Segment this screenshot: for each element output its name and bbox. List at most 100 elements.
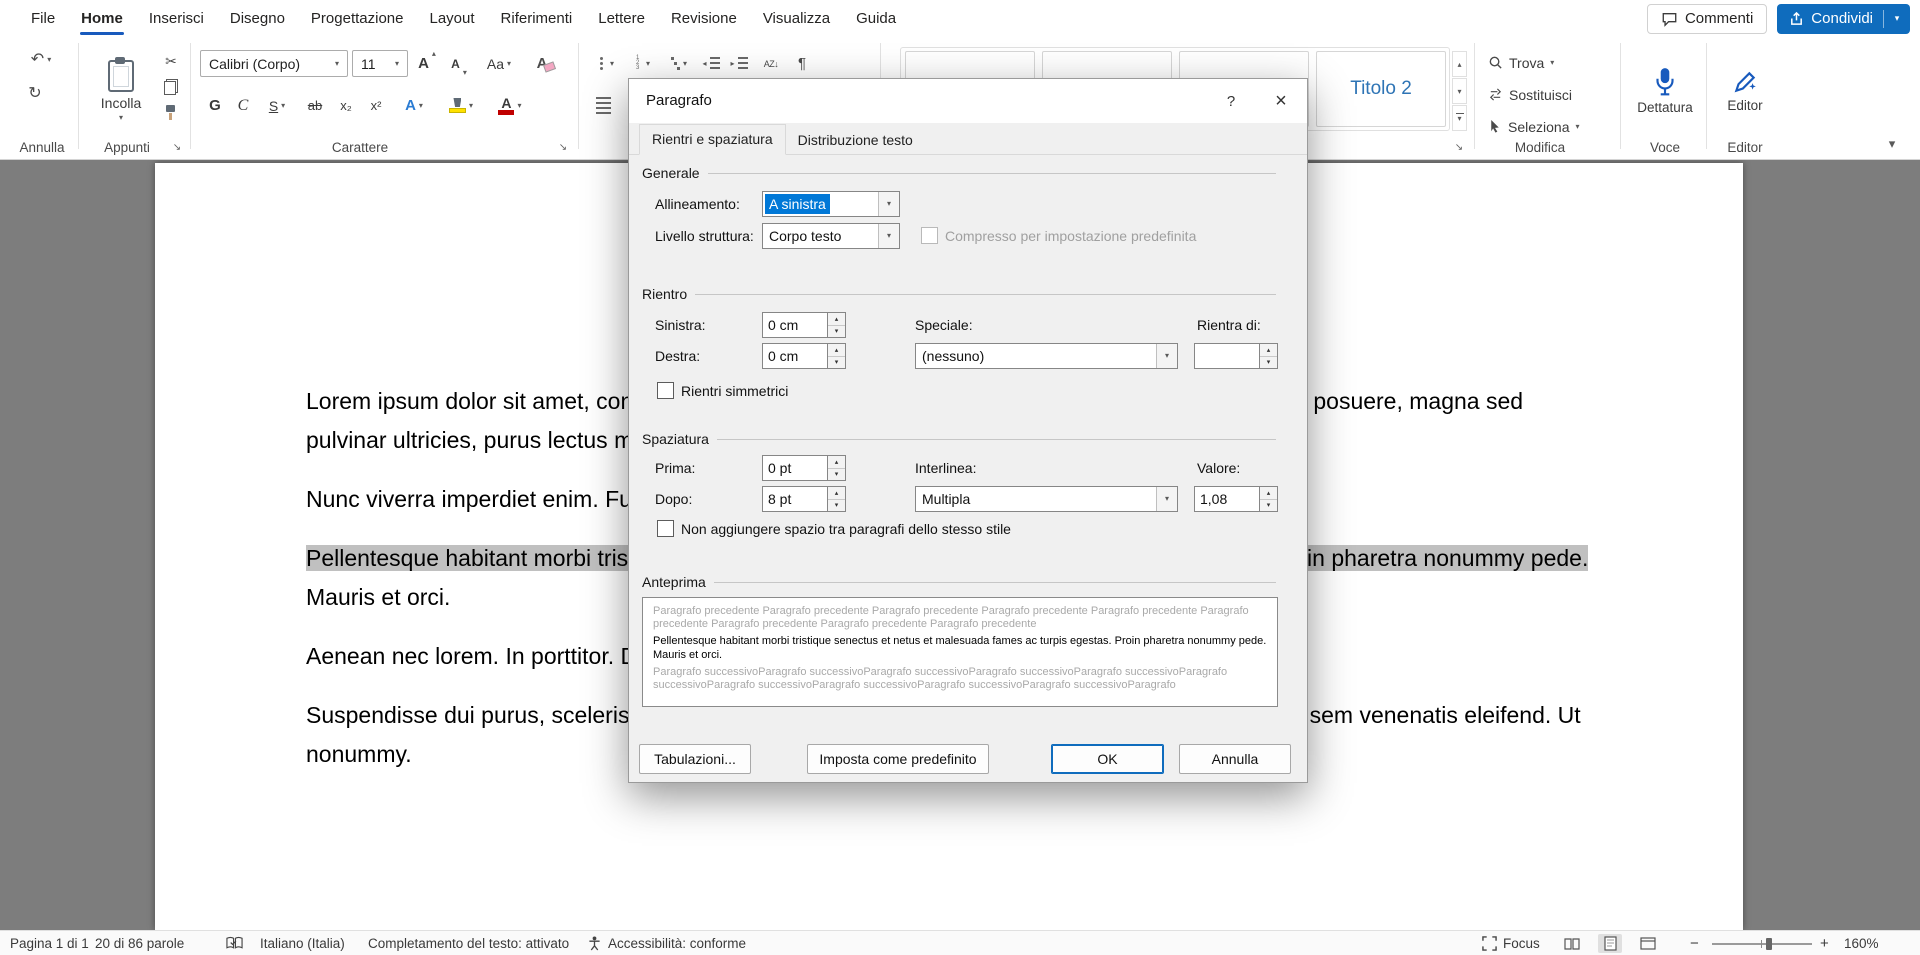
spin-down-button[interactable]: ▾ bbox=[828, 326, 845, 338]
tabs-button[interactable]: Tabulazioni... bbox=[639, 744, 751, 774]
cut-button[interactable]: ✂ bbox=[158, 49, 184, 73]
styles-scroll-down-button[interactable]: ▾ bbox=[1452, 78, 1467, 104]
indent-left-spinner[interactable]: 0 cm ▴▾ bbox=[762, 312, 846, 338]
sort-button[interactable]: AZ↓ bbox=[756, 50, 786, 77]
combo-dropdown-button[interactable]: ▾ bbox=[1156, 344, 1177, 368]
spacing-after-spinner[interactable]: 8 pt ▴▾ bbox=[762, 486, 846, 512]
spin-down-button[interactable]: ▾ bbox=[828, 357, 845, 369]
styles-scroll-up-button[interactable]: ▴ bbox=[1452, 51, 1467, 77]
focus-button[interactable]: Focus bbox=[1503, 931, 1540, 955]
no-space-same-style-checkbox[interactable] bbox=[657, 520, 674, 537]
zoom-slider[interactable] bbox=[1712, 943, 1812, 945]
zoom-level[interactable]: 160% bbox=[1844, 931, 1879, 955]
editor-button[interactable]: Editor bbox=[1712, 44, 1778, 138]
word-count[interactable]: 20 di 86 parole bbox=[95, 931, 184, 955]
dialog-close-button[interactable]: × bbox=[1255, 79, 1307, 123]
underline-button[interactable]: S ▾ bbox=[258, 92, 296, 119]
indent-by-spinner[interactable]: ▴▾ bbox=[1194, 343, 1278, 369]
tab-rientri-e-spaziatura[interactable]: Rientri e spaziatura bbox=[639, 124, 786, 155]
collapse-ribbon-button[interactable]: ▾ bbox=[1876, 131, 1908, 155]
show-formatting-marks-button[interactable]: ¶ bbox=[790, 50, 814, 77]
menu-tab-file[interactable]: File bbox=[18, 0, 68, 37]
paste-button[interactable]: Incolla ▾ bbox=[90, 44, 152, 138]
special-combobox[interactable]: (nessuno) ▾ bbox=[915, 343, 1178, 369]
spacing-before-spinner[interactable]: 0 pt ▴▾ bbox=[762, 455, 846, 481]
font-name-combobox[interactable]: Calibri (Corpo) ▾ bbox=[200, 50, 348, 77]
collapsed-by-default-checkbox[interactable] bbox=[921, 227, 938, 244]
styles-dialog-launcher[interactable]: ↘ bbox=[1452, 141, 1466, 155]
styles-more-button[interactable]: ▾ bbox=[1452, 105, 1467, 131]
font-size-combobox[interactable]: 11 ▾ bbox=[352, 50, 408, 77]
superscript-button[interactable]: x² bbox=[362, 92, 390, 119]
bullet-list-button[interactable]: ▾ bbox=[590, 50, 624, 77]
zoom-out-button[interactable]: − bbox=[1690, 931, 1699, 955]
alignment-combobox[interactable]: A sinistra ▾ bbox=[762, 191, 900, 217]
spin-down-button[interactable]: ▾ bbox=[828, 500, 845, 512]
subscript-button[interactable]: x₂ bbox=[332, 92, 360, 119]
spin-up-button[interactable]: ▴ bbox=[828, 344, 845, 357]
clipboard-dialog-launcher[interactable]: ↘ bbox=[170, 141, 184, 155]
menu-tab-progettazione[interactable]: Progettazione bbox=[298, 0, 417, 37]
shrink-font-button[interactable]: A ▾ bbox=[444, 50, 474, 77]
share-button[interactable]: Condividi ▾ bbox=[1777, 4, 1910, 34]
menu-tab-layout[interactable]: Layout bbox=[417, 0, 488, 37]
focus-icon[interactable] bbox=[1482, 936, 1497, 955]
spin-up-button[interactable]: ▴ bbox=[1260, 487, 1277, 500]
text-prediction-indicator[interactable]: Completamento del testo: attivato bbox=[368, 931, 569, 955]
decrease-indent-button[interactable]: ◂ bbox=[698, 50, 724, 77]
spin-down-button[interactable]: ▾ bbox=[1260, 357, 1277, 369]
language-indicator[interactable]: Italiano (Italia) bbox=[260, 931, 345, 955]
dialog-titlebar[interactable]: Paragrafo ? × bbox=[629, 79, 1307, 123]
multilevel-list-button[interactable]: ▾ bbox=[662, 50, 696, 77]
undo-button[interactable]: ↶ ▾ bbox=[20, 47, 62, 73]
clear-formatting-button[interactable]: A bbox=[524, 50, 560, 77]
text-effects-button[interactable]: A ▾ bbox=[394, 92, 434, 119]
chevron-down-icon[interactable]: ▾ bbox=[1884, 14, 1910, 23]
change-case-button[interactable]: Aa ▾ bbox=[478, 50, 520, 77]
accessibility-icon[interactable] bbox=[588, 936, 601, 955]
increase-indent-button[interactable]: ▸ bbox=[726, 50, 752, 77]
spin-down-button[interactable]: ▾ bbox=[1260, 500, 1277, 512]
replace-button[interactable]: Sostituisci bbox=[1488, 81, 1572, 108]
grow-font-button[interactable]: A ▴ bbox=[412, 50, 442, 77]
spin-up-button[interactable]: ▴ bbox=[828, 456, 845, 469]
line-spacing-combobox[interactable]: Multipla ▾ bbox=[915, 486, 1178, 512]
indent-right-spinner[interactable]: 0 cm ▴▾ bbox=[762, 343, 846, 369]
bold-button[interactable]: G bbox=[202, 92, 228, 119]
font-color-button[interactable]: A ▾ bbox=[488, 92, 532, 119]
cancel-button[interactable]: Annulla bbox=[1179, 744, 1291, 774]
numbered-list-button[interactable]: ▾ bbox=[626, 50, 660, 77]
spin-up-button[interactable]: ▴ bbox=[1260, 344, 1277, 357]
format-painter-button[interactable] bbox=[158, 101, 184, 125]
copy-button[interactable] bbox=[158, 75, 184, 99]
dialog-help-button[interactable]: ? bbox=[1207, 79, 1255, 123]
spacing-at-spinner[interactable]: 1,08 ▴▾ bbox=[1194, 486, 1278, 512]
menu-tab-home[interactable]: Home bbox=[68, 0, 136, 37]
tab-distribuzione-testo[interactable]: Distribuzione testo bbox=[786, 126, 925, 155]
menu-tab-inserisci[interactable]: Inserisci bbox=[136, 0, 217, 37]
combo-dropdown-button[interactable]: ▾ bbox=[1156, 487, 1177, 511]
spin-up-button[interactable]: ▴ bbox=[828, 487, 845, 500]
accessibility-indicator[interactable]: Accessibilità: conforme bbox=[608, 931, 746, 955]
menu-tab-revisione[interactable]: Revisione bbox=[658, 0, 750, 37]
mirror-indents-checkbox[interactable] bbox=[657, 382, 674, 399]
proofing-icon[interactable] bbox=[226, 936, 243, 955]
select-button[interactable]: Seleziona ▾ bbox=[1488, 113, 1580, 140]
combo-dropdown-button[interactable]: ▾ bbox=[878, 224, 899, 248]
ok-button[interactable]: OK bbox=[1051, 744, 1164, 774]
combo-dropdown-button[interactable]: ▾ bbox=[878, 192, 899, 216]
italic-button[interactable]: C bbox=[230, 92, 256, 119]
menu-tab-lettere[interactable]: Lettere bbox=[585, 0, 658, 37]
font-dialog-launcher[interactable]: ↘ bbox=[556, 141, 570, 155]
web-layout-view-button[interactable] bbox=[1636, 934, 1660, 953]
redo-button[interactable]: ↻ bbox=[20, 81, 50, 107]
read-mode-view-button[interactable] bbox=[1560, 934, 1584, 953]
find-button[interactable]: Trova ▾ bbox=[1488, 49, 1554, 76]
comments-button[interactable]: Commenti bbox=[1647, 4, 1767, 34]
paragraph-3-rest[interactable]: Mauris et orci. bbox=[306, 584, 450, 610]
strikethrough-button[interactable]: ab bbox=[300, 92, 330, 119]
page-indicator[interactable]: Pagina 1 di 1 bbox=[10, 931, 89, 955]
menu-tab-disegno[interactable]: Disegno bbox=[217, 0, 298, 37]
spin-down-button[interactable]: ▾ bbox=[828, 469, 845, 481]
dictate-button[interactable]: Dettatura bbox=[1628, 44, 1702, 138]
